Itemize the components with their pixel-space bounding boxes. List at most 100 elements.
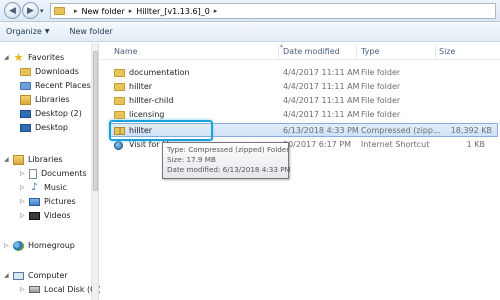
expand-arrow-icon[interactable]: ▷ [20, 184, 26, 191]
folder-icon [114, 83, 125, 91]
file-type: File folder [361, 82, 401, 91]
nav-label: Documents [41, 169, 87, 178]
downloads-folder-icon [20, 67, 31, 76]
videos-icon [29, 211, 40, 220]
forward-button[interactable]: ▶ [22, 2, 39, 19]
tooltip-date: Date modified: 6/13/2018 4:33 PM [167, 165, 291, 174]
selection-highlight-frame [109, 120, 213, 141]
nav-item-homegroup[interactable]: ▷ Homegroup [4, 239, 75, 252]
file-date: 4/4/2017 11:11 AM [283, 96, 360, 105]
nav-item-local-disk[interactable]: ▷ Local Disk (C:) [20, 283, 102, 296]
nav-item-libraries[interactable]: ◢ Libraries [4, 153, 63, 166]
column-header-type[interactable]: Type [361, 47, 379, 56]
file-size: 1 KB [466, 140, 485, 149]
file-list: Name ▴ Date modified Type Size documenta… [100, 42, 500, 300]
chevron-down-icon: ▼ [44, 28, 50, 35]
expand-arrow-icon[interactable]: ▷ [4, 242, 10, 249]
nav-item-computer[interactable]: ◢ Computer [4, 269, 68, 282]
tooltip-type: Type: Compressed (zipped) Folder [167, 145, 290, 154]
chevron-right-icon[interactable]: ▸ [129, 7, 133, 15]
nav-item-desktop[interactable]: Desktop [20, 121, 68, 134]
nav-item-videos[interactable]: ▷ Videos [20, 209, 71, 222]
music-note-icon: ♪ [31, 181, 38, 193]
recent-pages-dropdown[interactable]: ▾ [40, 7, 44, 15]
file-name: hillter [129, 82, 153, 91]
file-date: 4/4/2017 11:11 AM [283, 110, 360, 119]
nav-item-downloads[interactable]: Downloads [20, 65, 79, 78]
expand-arrow-icon[interactable]: ▷ [20, 198, 26, 205]
folder-icon [114, 111, 125, 119]
folder-icon [114, 69, 125, 77]
expand-arrow-icon[interactable]: ▷ [20, 212, 26, 219]
column-header-row: Name ▴ Date modified Type Size [100, 42, 500, 60]
folder-icon [114, 97, 125, 105]
nav-label: Favorites [28, 53, 65, 62]
nav-label: Pictures [44, 197, 76, 206]
homegroup-icon [13, 240, 24, 251]
nav-item-desktop-2[interactable]: Desktop (2) [20, 107, 82, 120]
file-row[interactable]: documentation 4/4/2017 11:11 AM File fol… [100, 66, 500, 80]
breadcrumb[interactable]: ▸ New folder ▸ Hillter_[v1.13.6]_0 ▸ [50, 3, 496, 19]
chevron-right-icon[interactable]: ▸ [74, 7, 78, 15]
nav-item-favorites[interactable]: ◢ ★ Favorites [4, 51, 64, 64]
nav-label: Desktop [35, 123, 68, 132]
nav-label: Desktop (2) [35, 109, 82, 118]
forward-arrow-icon: ▶ [27, 5, 34, 16]
star-icon: ★ [13, 50, 24, 64]
nav-item-music[interactable]: ▷ ♪ Music [20, 181, 67, 194]
tooltip-size: Size: 17.9 MB [167, 155, 216, 164]
nav-label: Recent Places [35, 81, 91, 90]
column-header-name[interactable]: Name [114, 47, 138, 56]
file-date: 4/4/2017 11:11 AM [283, 68, 360, 77]
chevron-right-icon[interactable]: ▸ [214, 7, 218, 15]
hard-disk-icon [29, 286, 40, 293]
command-bar: Organize ▼ New folder [0, 22, 500, 42]
pictures-icon [29, 197, 40, 206]
file-type: File folder [361, 110, 401, 119]
file-size: 18,392 KB [450, 126, 492, 135]
nav-label: Homegroup [28, 241, 75, 250]
libraries-icon [20, 94, 31, 105]
scrollbar-thumb[interactable] [93, 51, 98, 191]
recent-places-icon [20, 81, 31, 90]
nav-item-pictures[interactable]: ▷ Pictures [20, 195, 76, 208]
navigation-scrollbar[interactable] [92, 43, 99, 300]
column-divider[interactable] [435, 45, 436, 58]
expand-arrow-icon[interactable]: ▷ [20, 286, 26, 293]
file-type: File folder [361, 96, 401, 105]
folder-icon [54, 7, 65, 15]
column-header-size[interactable]: Size [439, 47, 455, 56]
expand-arrow-icon[interactable]: ◢ [4, 272, 10, 279]
expand-arrow-icon[interactable]: ◢ [4, 156, 10, 163]
column-header-date-modified[interactable]: Date modified [283, 47, 340, 56]
breadcrumb-item[interactable]: Hillter_[v1.13.6]_0 [136, 7, 210, 16]
desktop-icon [20, 123, 31, 132]
nav-item-recent-places[interactable]: Recent Places [20, 79, 91, 92]
nav-label: Computer [28, 271, 68, 280]
breadcrumb-item[interactable]: New folder [82, 7, 125, 16]
nav-label: Libraries [35, 95, 70, 104]
nav-label: Music [44, 183, 67, 192]
expand-arrow-icon[interactable]: ◢ [4, 54, 10, 61]
nav-item-libraries-shortcut[interactable]: Libraries [20, 93, 70, 106]
column-divider[interactable] [278, 45, 279, 58]
nav-label: Videos [44, 211, 71, 220]
file-info-tooltip: Type: Compressed (zipped) Folder Size: 1… [162, 142, 291, 179]
new-folder-button[interactable]: New folder [69, 27, 112, 36]
documents-icon [29, 168, 37, 179]
file-date: 30/2017 6:17 PM [283, 140, 352, 149]
navigation-pane: ◢ ★ Favorites Downloads Recent Places Li… [0, 43, 102, 300]
organize-button[interactable]: Organize ▼ [6, 27, 49, 36]
expand-arrow-icon[interactable]: ▷ [20, 170, 26, 177]
desktop-icon [20, 109, 31, 118]
nav-label: Downloads [35, 67, 79, 76]
organize-label: Organize [6, 27, 42, 36]
file-name: documentation [129, 68, 190, 77]
back-button[interactable]: ◀ [4, 2, 21, 19]
file-type: Compressed (zipp... [361, 126, 441, 135]
nav-item-documents[interactable]: ▷ Documents [20, 167, 87, 180]
column-divider[interactable] [356, 45, 357, 58]
file-row[interactable]: hillter 4/4/2017 11:11 AM File folder [100, 80, 500, 94]
computer-icon [13, 271, 24, 280]
file-row[interactable]: hillter-child 4/4/2017 11:11 AM File fol… [100, 94, 500, 108]
